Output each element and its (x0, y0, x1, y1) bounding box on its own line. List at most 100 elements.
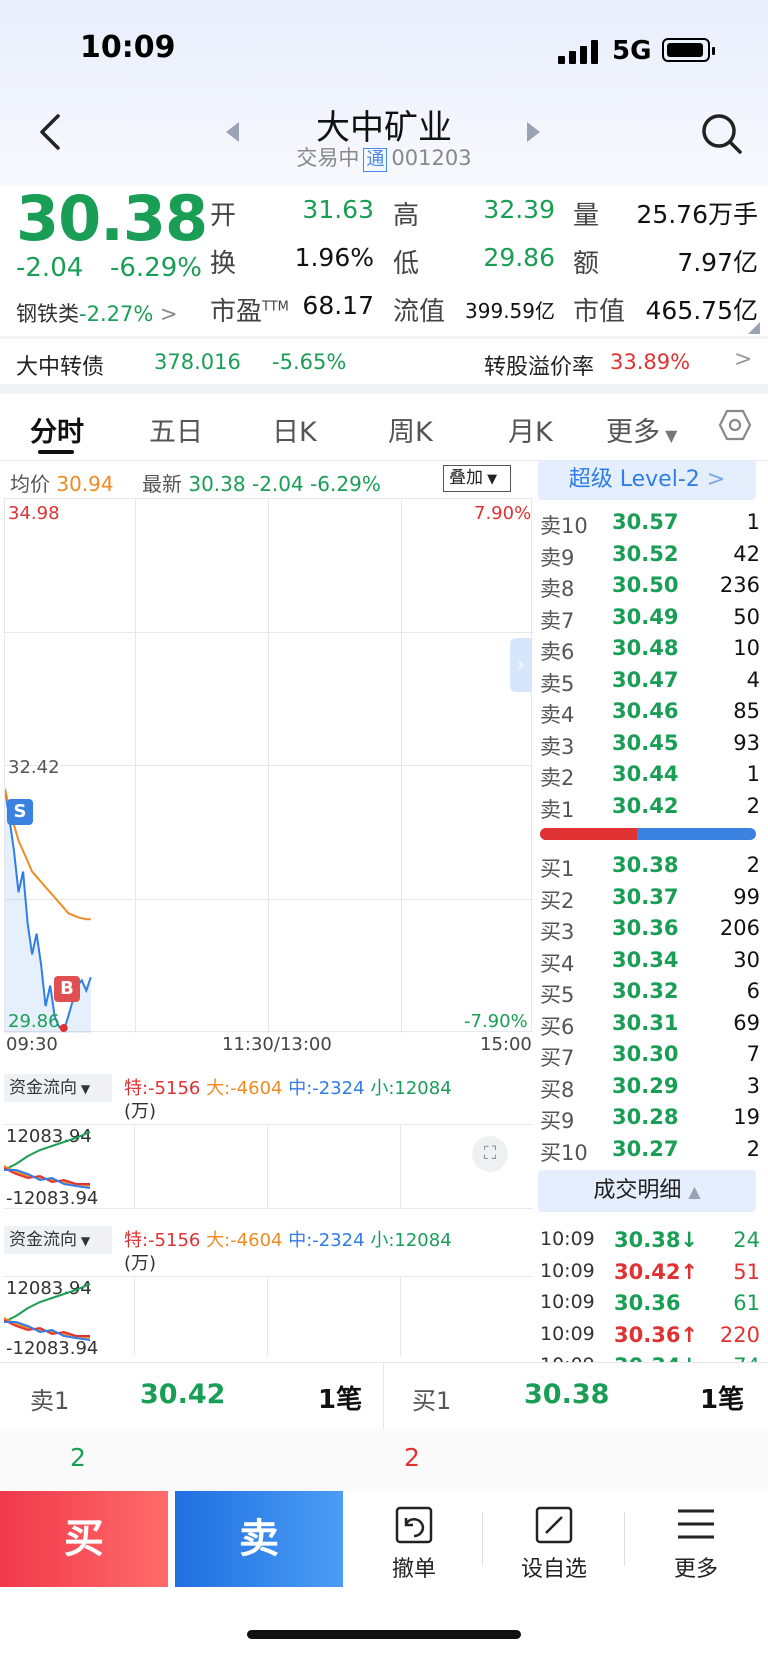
pct-axis-low: -7.90% (464, 1011, 528, 1032)
fund-flow-dropdown[interactable]: 资金流向 ▼ (4, 1226, 112, 1254)
search-icon[interactable] (700, 112, 744, 156)
amount-value: 7.97亿 (677, 248, 758, 277)
network-type: 5G (612, 36, 652, 66)
ask-row[interactable]: 卖5 30.47 4 (540, 668, 760, 698)
ask-row[interactable]: 卖10 30.57 1 (540, 510, 760, 540)
volume-value: 25.76万手 (636, 200, 758, 229)
tab-weekly-k[interactable]: 周K (388, 410, 433, 449)
sector-name: 钢铁类 (16, 302, 79, 326)
bid-row[interactable]: 买5 30.32 6 (540, 979, 760, 1009)
bid-row[interactable]: 买6 30.31 69 (540, 1011, 760, 1041)
trade-row: 10:09 30.36 61 (540, 1291, 760, 1321)
float-cap-value: 399.59亿 (465, 299, 555, 323)
fund-flow-lines (4, 1131, 91, 1189)
ask-level-label: 卖10 (540, 514, 588, 538)
add-watchlist-button[interactable]: 设自选 (490, 1491, 618, 1587)
bid-volume: 2 (746, 1136, 760, 1161)
tab-five-day[interactable]: 五日 (149, 410, 203, 449)
ask-row[interactable]: 卖1 30.42 2 (540, 794, 760, 824)
ask-price: 30.45 (612, 730, 679, 755)
ask-row[interactable]: 卖6 30.48 10 (540, 636, 760, 666)
bid-price: 30.37 (612, 884, 679, 909)
amount-label: 额 (573, 249, 600, 279)
tab-monthly-k[interactable]: 月K (508, 410, 553, 449)
ask-row[interactable]: 卖3 30.45 93 (540, 731, 760, 761)
bid-row[interactable]: 买8 30.29 3 (540, 1074, 760, 1104)
pct-axis-high: 7.90% (474, 503, 532, 524)
bid-row[interactable]: 买2 30.37 99 (540, 885, 760, 915)
bid-price: 30.38 (612, 853, 679, 877)
ask-volume: 42 (733, 541, 760, 566)
bid-row[interactable]: 买9 30.28 19 (540, 1105, 760, 1135)
buy-button[interactable]: 买 (0, 1491, 168, 1587)
level2-button[interactable]: 超级 Level-2 > (538, 460, 756, 500)
fund-flow-dropdown[interactable]: 资金流向 ▼ (4, 1074, 112, 1102)
bid-volume: 7 (746, 1042, 760, 1066)
y-axis-high: 34.98 (8, 503, 60, 524)
trade-price: 30.42↑ (614, 1259, 699, 1284)
bid-row[interactable]: 买7 30.30 7 (540, 1042, 760, 1072)
ask-price: 30.44 (612, 762, 679, 786)
tab-daily-k[interactable]: 日K (272, 410, 317, 449)
trade-price: 30.36 (614, 1291, 681, 1315)
bid-row[interactable]: 买10 30.27 2 (540, 1137, 760, 1167)
bid-level-label: 买6 (540, 1014, 575, 1039)
time-axis-end: 15:00 (480, 1034, 532, 1055)
ask-volume: 1 (746, 762, 760, 786)
fund-flow-summary: 特:-5156 大:-4604 中:-2324 小:12084 (124, 1230, 452, 1251)
avg-price-label: 均价 30.94 (10, 472, 114, 496)
bid-price: 30.32 (612, 979, 679, 1003)
bottom-vol-row: 2 2 (0, 1429, 768, 1491)
volume-label: 量 (573, 201, 600, 231)
tab-more[interactable]: 更多 ▼ (606, 410, 677, 449)
time-axis-mid: 11:30/13:00 (222, 1034, 332, 1055)
bottom-buy1[interactable]: 买1 30.38 1笔 (384, 1363, 768, 1429)
bid-volume: 69 (733, 1010, 760, 1035)
expand-orderbook-icon[interactable]: › (510, 638, 532, 692)
ask-row[interactable]: 卖9 30.52 42 (540, 542, 760, 572)
battery-icon (662, 38, 715, 62)
trade-time: 10:09 (540, 1259, 595, 1282)
ask-level-label: 卖7 (540, 608, 575, 633)
ask-row[interactable]: 卖4 30.46 85 (540, 699, 760, 729)
ask-level-label: 卖6 (540, 640, 575, 664)
bid-row[interactable]: 买1 30.38 2 (540, 853, 760, 883)
bid-volume: 6 (746, 979, 760, 1003)
ask-row[interactable]: 卖7 30.49 50 (540, 605, 760, 635)
fullscreen-icon[interactable]: ⛶ (472, 1136, 508, 1172)
trade-volume: 51 (733, 1259, 760, 1284)
ask-price: 30.46 (612, 699, 679, 723)
intraday-chart[interactable] (4, 498, 533, 1033)
bid-level-label: 买2 (540, 888, 575, 913)
trade-volume: 220 (719, 1322, 760, 1347)
buy-marker[interactable]: B (54, 976, 80, 1002)
stock-code: 001203 (391, 146, 472, 170)
tab-intraday[interactable]: 分时 (30, 410, 84, 449)
overlay-button[interactable]: 叠加 ▼ (443, 465, 511, 492)
ask-volume: 4 (746, 667, 760, 692)
bid-volume: 2 (746, 853, 760, 877)
high-value: 32.39 (483, 195, 555, 224)
y-axis-low: 29.86 (8, 1011, 60, 1032)
sector-link[interactable]: 钢铁类-2.27% > (16, 298, 178, 328)
divider (482, 1512, 483, 1566)
ask-volume: 85 (733, 699, 760, 723)
ask-row[interactable]: 卖2 30.44 1 (540, 762, 760, 792)
ask-row[interactable]: 卖8 30.50 236 (540, 573, 760, 603)
bid-row[interactable]: 买4 30.34 30 (540, 948, 760, 978)
ask-level-label: 卖4 (540, 703, 575, 727)
cancel-order-button[interactable]: 撤单 (350, 1491, 478, 1587)
more-button[interactable]: 更多 (632, 1491, 760, 1587)
convertible-bond-row[interactable]: 大中转债 378.016 -5.65% 转股溢价率 33.89% > (0, 339, 768, 384)
expand-corner-icon[interactable] (748, 322, 760, 334)
bid-row[interactable]: 买3 30.36 206 (540, 916, 760, 946)
sell-marker[interactable]: S (7, 799, 33, 825)
status-time: 10:09 (80, 30, 176, 65)
bottom-sell1[interactable]: 卖1 30.42 1笔 (0, 1363, 384, 1429)
sell-button[interactable]: 卖 (175, 1491, 343, 1587)
trades-detail-button[interactable]: 成交明细 ▲ (538, 1170, 756, 1212)
bid-ratio-fill (540, 828, 638, 840)
settings-hex-icon[interactable] (718, 408, 752, 442)
trade-volume: 61 (733, 1291, 760, 1315)
ask-price: 30.48 (612, 636, 679, 660)
